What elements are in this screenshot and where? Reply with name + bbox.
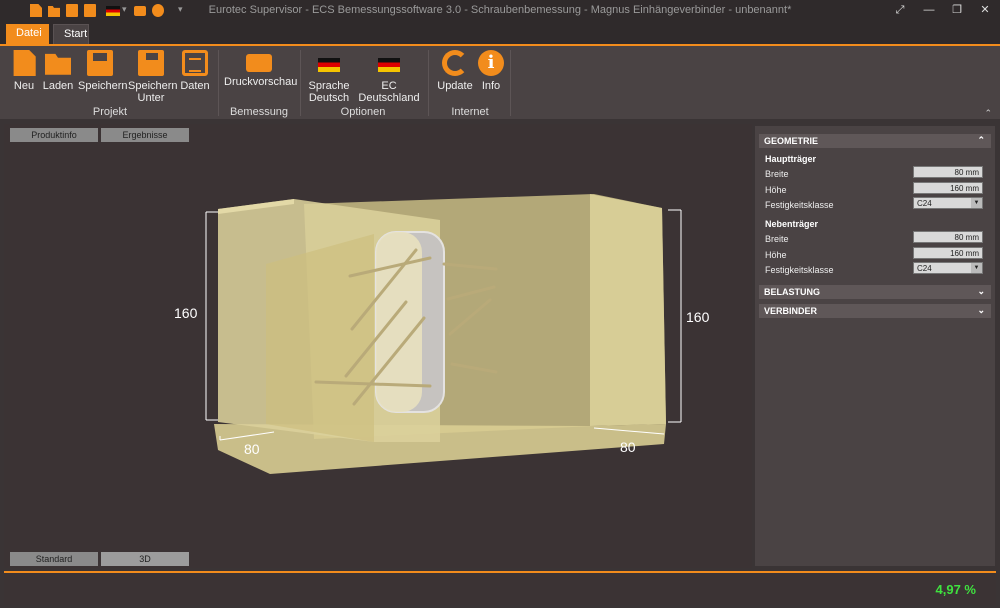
load-label: Laden: [42, 80, 74, 92]
eurocode-button[interactable]: EC Deutschland: [358, 50, 420, 104]
printer-icon: [246, 54, 272, 72]
save-label: Speichern: [78, 80, 128, 92]
refresh-icon: [442, 50, 468, 76]
german-flag-icon: [318, 58, 340, 72]
secondary-beam-heading: Nebenträger: [765, 219, 819, 229]
secondary-beam-height-field[interactable]: 160 mm: [913, 247, 983, 259]
main-beam-height-label: Höhe: [765, 185, 787, 195]
language-label-2: Deutsch: [308, 92, 350, 104]
window-title: Eurotec Supervisor - ECS Bemessungssoftw…: [208, 4, 792, 16]
german-flag-icon: [378, 58, 400, 72]
secondary-beam-height-label: Höhe: [765, 250, 787, 260]
print-preview-label: Druckvorschau: [224, 76, 298, 88]
section-geometry[interactable]: GEOMETRIE ⌃: [759, 134, 991, 148]
section-load[interactable]: BELASTUNG ⌄: [759, 285, 991, 299]
group-separator: [218, 50, 219, 116]
group-separator: [428, 50, 429, 116]
secondary-beam-end: [590, 194, 666, 426]
save-as-button[interactable]: Speichern Unter: [128, 50, 178, 104]
main-height-dimension: 160: [174, 305, 198, 321]
chevron-down-icon[interactable]: ⌄: [977, 286, 985, 297]
tab-file[interactable]: Datei: [6, 24, 49, 44]
collapse-ribbon-icon[interactable]: ⌃: [984, 108, 992, 119]
secondary-beam-width-field[interactable]: 80 mm: [913, 231, 983, 243]
ribbon: Neu Laden Speichern Speichern Unter Date…: [0, 44, 1000, 119]
connection-3d-model[interactable]: 160 160 80 80: [4, 124, 752, 568]
secondary-beam-width-label: Breite: [765, 234, 789, 244]
main-beam-side: [266, 234, 374, 442]
main-beam-strength-value: C24: [917, 199, 932, 208]
new-doc-icon: [13, 50, 36, 76]
ribbon-tabs: Datei Start: [0, 22, 1000, 44]
section-connector-title: VERBINDER: [764, 306, 818, 316]
section-load-title: BELASTUNG: [764, 287, 820, 297]
save-icon: [87, 50, 113, 76]
main-beam-strength-label: Festigkeitsklasse: [765, 200, 834, 210]
secondary-width-dimension: 80: [620, 439, 636, 455]
viewer-3d[interactable]: Produktinfo Ergebnisse 160 160 80 80 Sta…: [4, 124, 752, 568]
folder-icon: [45, 53, 71, 75]
main-beam-strength-select[interactable]: C24 ▼: [913, 197, 983, 209]
secondary-beam-strength-select[interactable]: C24 ▼: [913, 262, 983, 274]
properties-panel: GEOMETRIE ⌃ Hauptträger Breite 80 mm Höh…: [755, 126, 995, 566]
secondary-height-dimension: 160: [686, 309, 710, 325]
secondary-beam-strength-value: C24: [917, 264, 932, 273]
tab-start[interactable]: Start: [53, 24, 89, 44]
new-label: Neu: [13, 80, 35, 92]
group-label-projekt: Projekt: [92, 106, 128, 118]
info-icon: i: [478, 50, 504, 76]
language-button[interactable]: Sprache Deutsch: [306, 50, 352, 104]
secondary-beam-strength-label: Festigkeitsklasse: [765, 265, 834, 275]
chevron-down-icon[interactable]: ▼: [971, 263, 982, 273]
save-as-icon: [138, 50, 164, 76]
group-separator: [300, 50, 301, 116]
group-label-internet: Internet: [451, 106, 489, 118]
data-button[interactable]: Daten: [178, 50, 212, 92]
tab-3d-view[interactable]: 3D: [101, 552, 189, 566]
info-label: Info: [481, 80, 501, 92]
main-beam-heading: Hauptträger: [765, 154, 817, 164]
new-button[interactable]: Neu: [10, 50, 38, 92]
chevron-down-icon[interactable]: ⌄: [977, 305, 985, 316]
info-button[interactable]: i Info: [478, 50, 504, 92]
minimize-button[interactable]: —: [922, 3, 936, 17]
eurocode-label-2: Deutschland: [358, 92, 420, 104]
maximize-button[interactable]: ❐: [950, 3, 964, 17]
data-icon: [182, 50, 208, 76]
main-width-dimension: 80: [244, 441, 260, 457]
status-bar: 4,97 %: [4, 571, 996, 605]
utilization-value: 4,97 %: [935, 582, 976, 597]
language-label-1: Sprache: [308, 80, 350, 92]
tab-standard-view[interactable]: Standard: [10, 552, 98, 566]
save-as-label-2: Unter: [137, 92, 165, 104]
section-connector[interactable]: VERBINDER ⌄: [759, 304, 991, 318]
save-button[interactable]: Speichern: [78, 50, 128, 92]
close-button[interactable]: ✕: [978, 3, 992, 17]
chevron-down-icon[interactable]: ▼: [971, 198, 982, 208]
update-button[interactable]: Update: [436, 50, 474, 92]
title-bar: ▾ ▾ Eurotec Supervisor - ECS Bemessungss…: [0, 0, 1000, 22]
load-button[interactable]: Laden: [40, 50, 76, 92]
chevron-up-icon[interactable]: ⌃: [977, 135, 985, 146]
eurocode-label-1: EC: [381, 80, 397, 92]
data-label: Daten: [180, 80, 210, 92]
print-preview-button[interactable]: Druckvorschau: [224, 50, 298, 88]
group-separator: [510, 50, 511, 116]
main-beam-width-field[interactable]: 80 mm: [913, 166, 983, 178]
save-as-label-1: Speichern: [128, 80, 178, 92]
update-label: Update: [437, 80, 473, 92]
main-beam-width-label: Breite: [765, 169, 789, 179]
group-label-optionen: Optionen: [340, 106, 386, 118]
fullscreen-button[interactable]: ⤢: [893, 3, 907, 17]
main-beam-height-field[interactable]: 160 mm: [913, 182, 983, 194]
section-geometry-title: GEOMETRIE: [764, 136, 819, 146]
group-label-bemessung: Bemessung: [229, 106, 289, 118]
